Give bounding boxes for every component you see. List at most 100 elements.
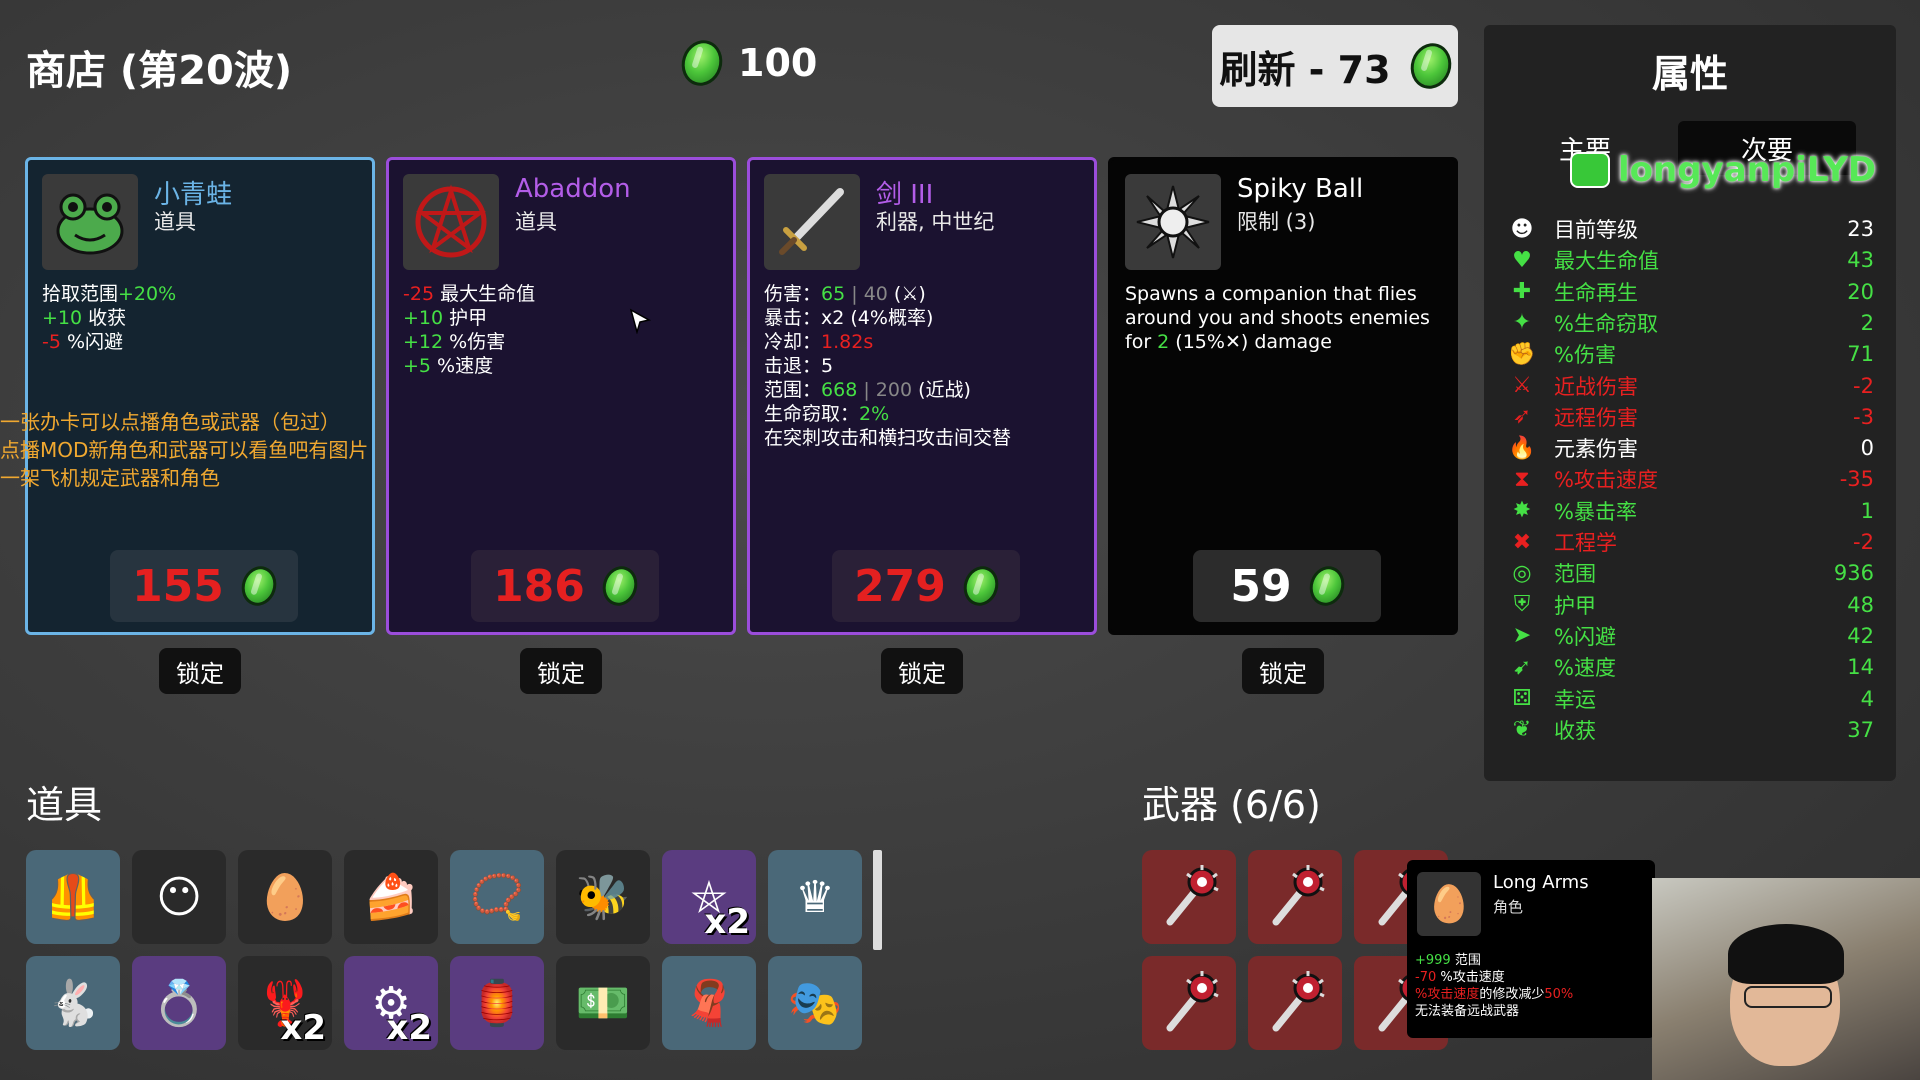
items-section-title: 道具	[26, 783, 103, 827]
stat-row-elemental[interactable]: 🔥 元素伤害 0	[1508, 433, 1874, 463]
stat-row-heart[interactable]: ♥ 最大生命值 43	[1508, 245, 1874, 275]
stat-row-lifesteal[interactable]: ✦ %生命窃取 2	[1508, 308, 1874, 338]
items-scrollbar[interactable]	[873, 850, 882, 950]
speed-icon: ➹	[1512, 654, 1532, 680]
reroll-button[interactable]: 刷新 - 73	[1212, 25, 1458, 107]
stat-value: 42	[1847, 623, 1874, 648]
egg-character-icon: 🥚	[1417, 872, 1481, 936]
stat-row-engineering[interactable]: ✖ 工程学 -2	[1508, 527, 1874, 557]
item-slot[interactable]: 📿	[450, 850, 544, 944]
elemental-icon: 🔥	[1508, 435, 1536, 461]
stat-value: -35	[1839, 467, 1874, 492]
stat-label: 范围	[1554, 562, 1596, 587]
spiked-mace-icon	[1272, 971, 1325, 1032]
range-icon: ◎	[1512, 560, 1532, 586]
cake-icon: 🍰	[363, 872, 419, 923]
item-slot[interactable]: 🐝	[556, 850, 650, 944]
item-slot[interactable]: 🦺	[26, 850, 120, 944]
price-value: 186	[493, 560, 585, 612]
stat-value: 4	[1860, 686, 1874, 711]
spiky-ball-icon	[1125, 174, 1221, 270]
character-type: 角色	[1493, 898, 1524, 916]
stat-row-attack-speed[interactable]: ⧗ %攻击速度 -35	[1508, 464, 1874, 494]
item-slot[interactable]: 🐇	[26, 956, 120, 1050]
stat-label: 近战伤害	[1554, 374, 1638, 399]
stat-value: 20	[1847, 279, 1874, 304]
lifesteal-icon: ✦	[1512, 310, 1532, 336]
egg-icon: 🥚	[257, 872, 313, 923]
crit-icon: ✸	[1512, 498, 1532, 524]
item-slot[interactable]: 💍	[132, 956, 226, 1050]
lock-button-2[interactable]: 锁定	[520, 648, 602, 694]
character-tooltip: 🥚 Long Arms 角色 +999 范围 -70 %攻击速度 %攻击速度的修…	[1407, 860, 1655, 1038]
weapon-slot[interactable]	[1248, 956, 1342, 1050]
mouse-cursor-icon	[629, 308, 651, 334]
stat-row-dodge[interactable]: ➤ %闪避 42	[1508, 621, 1874, 651]
shop-card-1[interactable]: 小青蛙 道具 拾取范围+20% +10 收获 -5 %闪避 155	[25, 157, 375, 635]
regen-icon: ✚	[1512, 279, 1532, 305]
buy-price-button[interactable]: 155	[110, 550, 298, 622]
price-value: 59	[1230, 560, 1292, 612]
ranged-icon: ➶	[1512, 404, 1532, 430]
material-coin-icon	[958, 561, 1004, 611]
stat-value: -2	[1853, 373, 1874, 398]
weapon-slot[interactable]	[1142, 850, 1236, 944]
item-count: x2	[704, 902, 750, 942]
stat-value: 14	[1847, 655, 1874, 680]
stat-row-ranged[interactable]: ➶ 远程伤害 -3	[1508, 402, 1874, 432]
item-slot[interactable]: 💵	[556, 956, 650, 1050]
item-slot[interactable]: 🦞 x2	[238, 956, 332, 1050]
stat-row-regen[interactable]: ✚ 生命再生 20	[1508, 277, 1874, 307]
stat-row-speed[interactable]: ➹ %速度 14	[1508, 652, 1874, 682]
item-slot[interactable]: 🥚	[238, 850, 332, 944]
buy-price-button[interactable]: 59	[1193, 550, 1381, 622]
stat-value: 23	[1847, 217, 1874, 241]
wechat-icon	[1570, 152, 1610, 188]
shop-card-4[interactable]: Spiky Ball 限制 (3) Spawns a companion tha…	[1108, 157, 1458, 635]
lock-button-4[interactable]: 锁定	[1242, 648, 1324, 694]
item-type: 道具	[154, 210, 196, 234]
buy-price-button[interactable]: 279	[832, 550, 1020, 622]
shop-card-3[interactable]: 剑 III 利器, 中世纪 伤害：65 | 40 (⚔) 暴击：x2 (4%概率…	[747, 157, 1097, 635]
heart-icon: ♥	[1512, 247, 1532, 273]
stat-row-harvesting[interactable]: ❦ 收获 37	[1508, 715, 1874, 745]
shop-card-2[interactable]: Abaddon 道具 -25 最大生命值 +10 护甲 +12 %伤害 +5 %…	[386, 157, 736, 635]
item-count: x2	[386, 1008, 432, 1048]
stat-value: 48	[1847, 592, 1874, 617]
stat-value: 43	[1847, 248, 1874, 273]
weapon-slot[interactable]	[1248, 850, 1342, 944]
stat-value: 2	[1860, 310, 1874, 335]
bee-icon: 🐝	[575, 872, 631, 923]
item-slot[interactable]: ⛤ x2	[662, 850, 756, 944]
stat-value: 0	[1860, 436, 1874, 461]
weapon-slot[interactable]	[1142, 956, 1236, 1050]
stat-row-melee[interactable]: ⚔ 近战伤害 -2	[1508, 371, 1874, 401]
item-slot[interactable]: 😶	[132, 850, 226, 944]
item-name: Abaddon	[515, 174, 631, 204]
item-slot[interactable]: 🏮	[450, 956, 544, 1050]
ring-icon: 💍	[151, 978, 207, 1029]
stat-row-range[interactable]: ◎ 范围 936	[1508, 558, 1874, 588]
stat-row-armor[interactable]: ⛨ 护甲 48	[1508, 590, 1874, 620]
lock-button-1[interactable]: 锁定	[159, 648, 241, 694]
item-count: x2	[280, 1008, 326, 1048]
item-stats: -25 最大生命值 +10 护甲 +12 %伤害 +5 %速度	[403, 283, 536, 377]
stat-label: %攻击速度	[1554, 468, 1658, 493]
item-slot[interactable]: 🍰	[344, 850, 438, 944]
item-slot[interactable]: 🧣	[662, 956, 756, 1050]
stat-row-damage[interactable]: ✊ %伤害 71	[1508, 339, 1874, 369]
stat-label: %速度	[1554, 656, 1616, 681]
item-slot[interactable]: ⚙ x2	[344, 956, 438, 1050]
lock-button-3[interactable]: 锁定	[881, 648, 963, 694]
stat-label: 目前等级	[1554, 218, 1638, 242]
engineering-icon: ✖	[1512, 529, 1532, 555]
buy-price-button[interactable]: 186	[471, 550, 659, 622]
item-slot[interactable]: 🎭	[768, 956, 862, 1050]
damage-icon: ✊	[1508, 341, 1536, 367]
item-slot[interactable]: ♛	[768, 850, 862, 944]
banknote-icon: 💵	[575, 978, 631, 1029]
stat-row-crit[interactable]: ✸ %暴击率 1	[1508, 496, 1874, 526]
stat-row-level[interactable]: ☻ 目前等级 23	[1508, 214, 1874, 244]
item-type: 限制 (3)	[1237, 210, 1316, 234]
stat-row-luck[interactable]: ⚄ 幸运 4	[1508, 684, 1874, 714]
